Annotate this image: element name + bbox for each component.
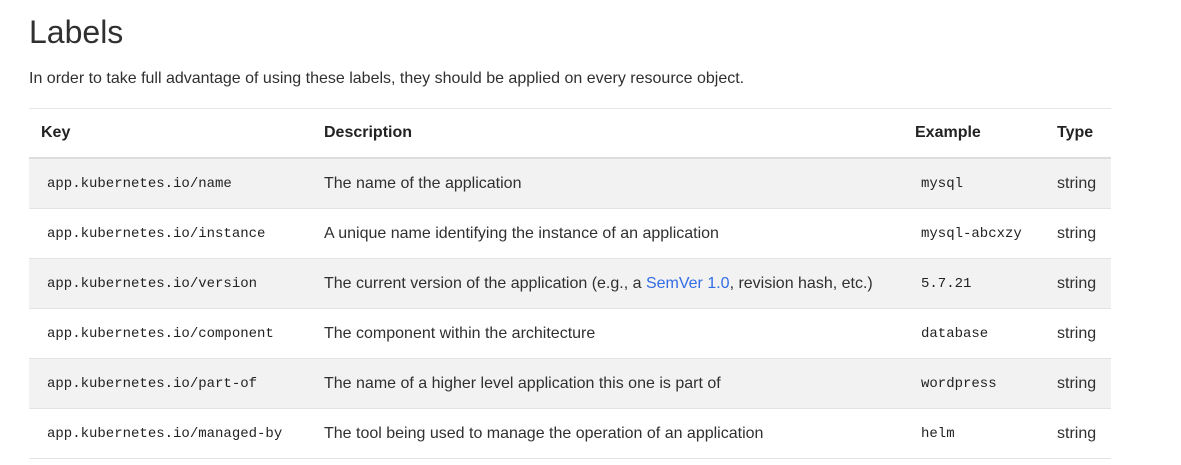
- header-example: Example: [903, 108, 1045, 159]
- row-type: string: [1045, 358, 1111, 409]
- row-type: string: [1045, 258, 1111, 309]
- table-row: app.kubernetes.io/component The componen…: [29, 308, 1111, 359]
- row-key: app.kubernetes.io/version: [29, 258, 312, 309]
- row-description: The name of the application: [312, 158, 903, 209]
- description-text-before: The current version of the application (…: [324, 274, 646, 292]
- row-key: app.kubernetes.io/managed-by: [29, 408, 312, 459]
- header-description: Description: [312, 108, 903, 159]
- table-row: app.kubernetes.io/name The name of the a…: [29, 158, 1111, 209]
- table-row: app.kubernetes.io/part-of The name of a …: [29, 358, 1111, 409]
- row-description: The name of a higher level application t…: [312, 358, 903, 409]
- header-key: Key: [29, 108, 312, 159]
- row-type: string: [1045, 408, 1111, 459]
- row-type: string: [1045, 158, 1111, 209]
- row-description: The tool being used to manage the operat…: [312, 408, 903, 459]
- row-example: 5.7.21: [903, 258, 1045, 309]
- table-row: app.kubernetes.io/version The current ve…: [29, 258, 1111, 309]
- row-key: app.kubernetes.io/part-of: [29, 358, 312, 409]
- page-title: Labels: [29, 14, 124, 50]
- table-row: app.kubernetes.io/managed-by The tool be…: [29, 408, 1111, 459]
- row-key: app.kubernetes.io/name: [29, 158, 312, 209]
- row-example: wordpress: [903, 358, 1045, 409]
- description-text-after: , revision hash, etc.): [729, 274, 873, 292]
- row-example: helm: [903, 408, 1045, 459]
- semver-link[interactable]: SemVer 1.0: [646, 275, 730, 292]
- page: Labels In order to take full advantage o…: [0, 0, 1181, 459]
- table-header-row: Key Description Example Type: [29, 108, 1111, 159]
- table-row: app.kubernetes.io/instance A unique name…: [29, 208, 1111, 259]
- row-key: app.kubernetes.io/instance: [29, 208, 312, 259]
- row-type: string: [1045, 308, 1111, 359]
- row-type: string: [1045, 208, 1111, 259]
- row-example: database: [903, 308, 1045, 359]
- row-description: A unique name identifying the instance o…: [312, 208, 903, 259]
- row-example: mysql: [903, 158, 1045, 209]
- labels-table: Key Description Example Type app.kuberne…: [29, 108, 1111, 459]
- intro-paragraph: In order to take full advantage of using…: [29, 70, 745, 87]
- row-example: mysql-abcxzy: [903, 208, 1045, 259]
- row-description: The current version of the application (…: [312, 258, 903, 309]
- row-key: app.kubernetes.io/component: [29, 308, 312, 359]
- row-description: The component within the architecture: [312, 308, 903, 359]
- header-type: Type: [1045, 108, 1111, 159]
